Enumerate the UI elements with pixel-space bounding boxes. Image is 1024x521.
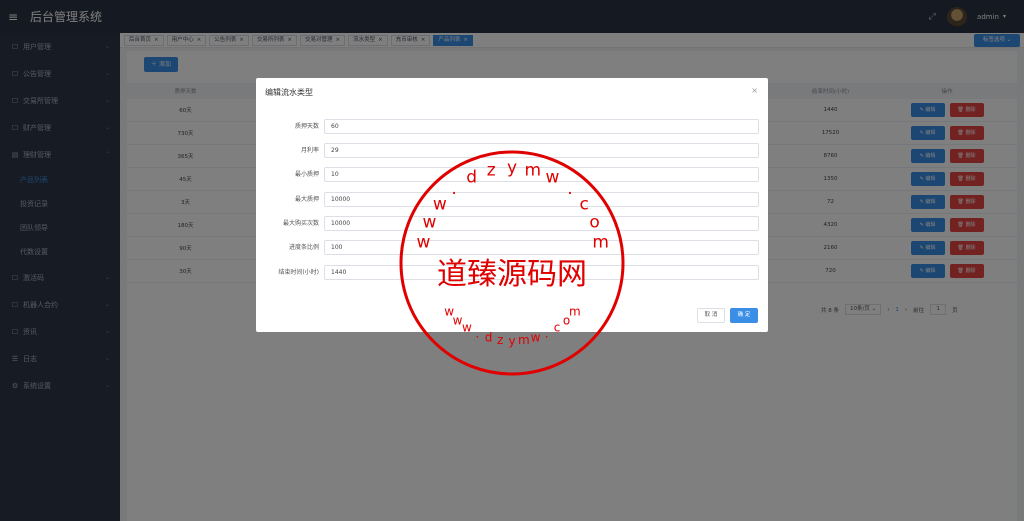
close-icon[interactable]: ×	[751, 86, 758, 95]
form-row-days: 质押天数	[256, 119, 768, 134]
watermark-letter: m	[525, 160, 542, 180]
watermark-letter: m	[518, 333, 530, 347]
watermark-letter: y	[507, 158, 517, 178]
dialog-title: 编辑流水类型	[265, 88, 313, 97]
field-label: 结束时间(小时)	[278, 269, 319, 276]
watermark-letter: o	[589, 212, 599, 232]
watermark-stamp: www.d z y m w.com www. d z y m w. com 道臻源码网	[399, 150, 625, 376]
days-input[interactable]	[324, 119, 759, 134]
watermark-letter: m	[592, 232, 609, 252]
watermark-letter: c	[554, 321, 561, 335]
watermark-letter: z	[497, 333, 503, 347]
field-label: 月利率	[300, 147, 319, 154]
watermark-center-text: 道臻源码网	[437, 257, 587, 292]
watermark-letter: w	[422, 212, 436, 232]
watermark-letter: w	[433, 194, 447, 214]
field-label: 最大购买次数	[282, 220, 319, 227]
confirm-button[interactable]: 确 定	[730, 308, 758, 323]
watermark-letter: .	[545, 326, 549, 340]
watermark-letter: y	[508, 334, 515, 348]
field-label: 质押天数	[294, 123, 319, 130]
watermark-letter: w	[531, 331, 541, 345]
watermark-letter: .	[475, 326, 479, 340]
watermark-letter: z	[487, 160, 496, 180]
watermark-letter: d	[466, 168, 477, 188]
watermark-ring-text-bottom: www. d z y m w. com	[444, 305, 580, 348]
field-label: 最小质押	[294, 171, 319, 178]
field-label: 进度条比例	[288, 244, 319, 251]
watermark-letter: w	[462, 321, 472, 335]
watermark-letter: .	[567, 179, 572, 199]
watermark-ring-text-top: www.d z y m w.com	[416, 158, 608, 252]
field-label: 最大质押	[294, 196, 319, 203]
watermark-letter: d	[485, 331, 493, 345]
watermark-letter: m	[569, 305, 581, 319]
watermark-letter: .	[451, 179, 456, 199]
watermark-letter: c	[580, 194, 589, 214]
cancel-button[interactable]: 取 消	[697, 308, 725, 323]
watermark-letter: w	[416, 232, 430, 252]
watermark-letter: w	[545, 168, 559, 188]
